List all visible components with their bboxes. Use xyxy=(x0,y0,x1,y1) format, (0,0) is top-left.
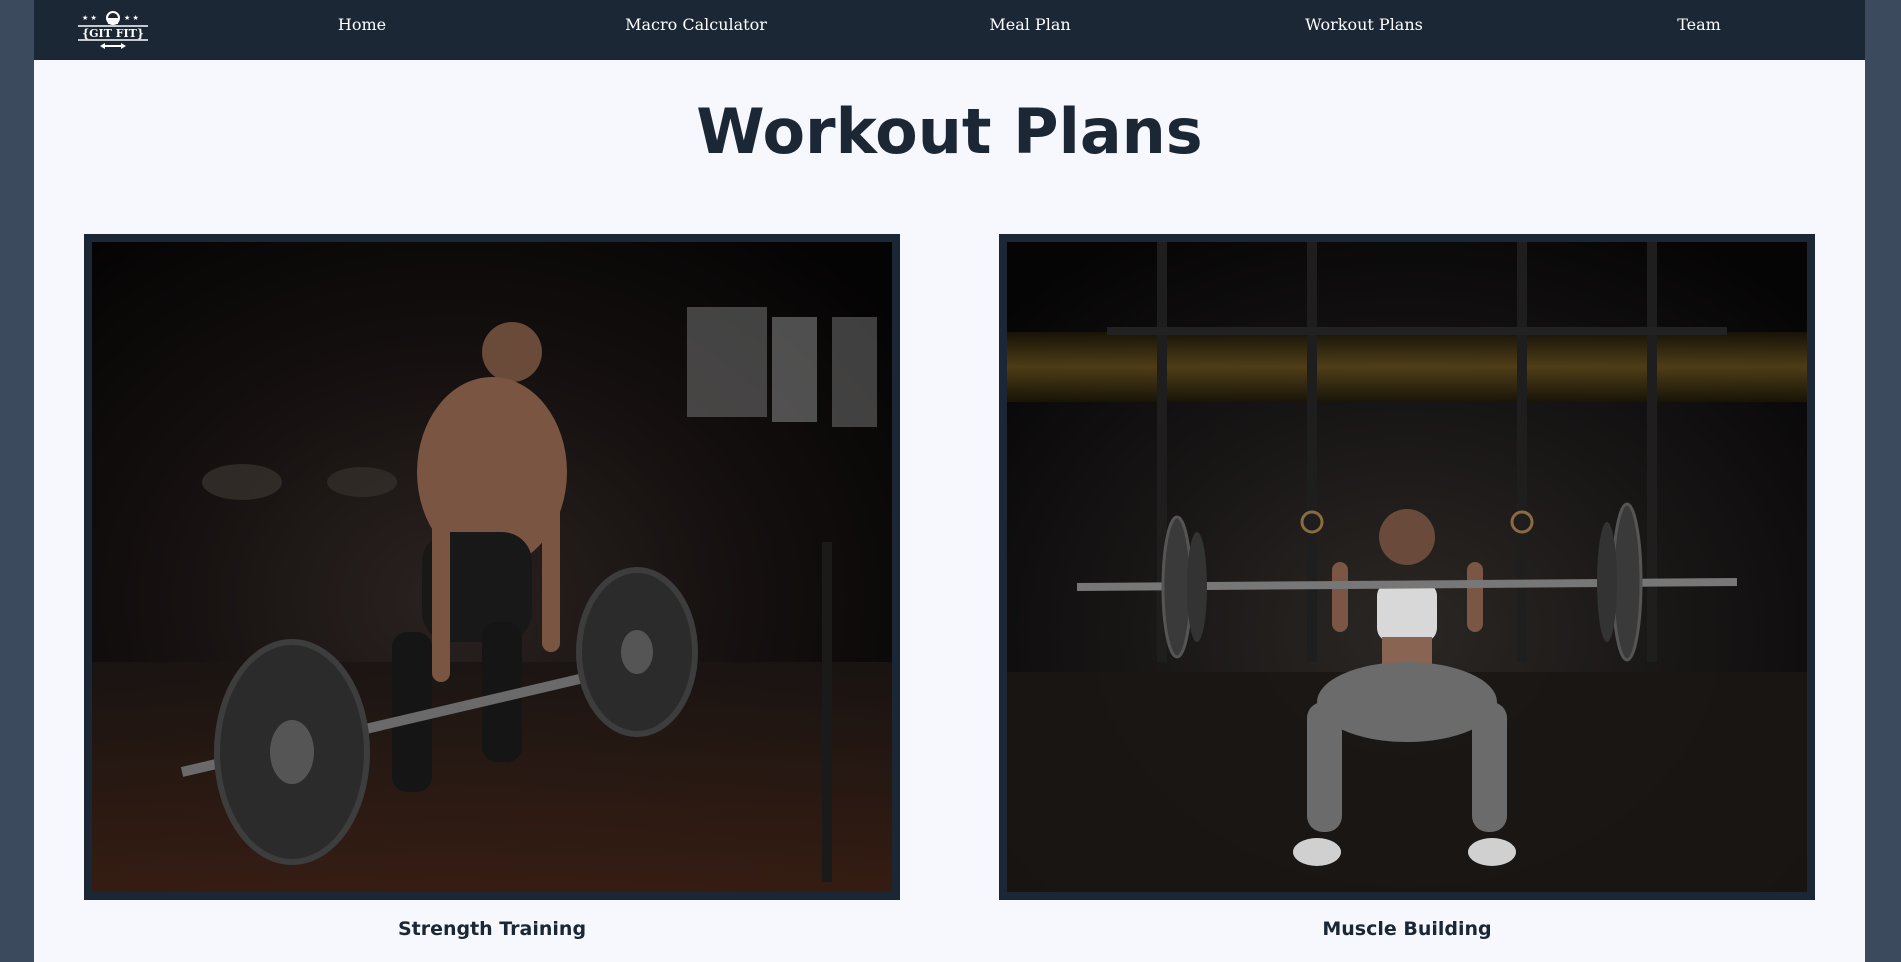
nav-item-meal-plan[interactable]: Meal Plan xyxy=(989,15,1070,35)
workout-card-strength[interactable] xyxy=(84,234,900,900)
double-arrow-icon xyxy=(100,43,126,49)
deadlift-photo xyxy=(92,242,892,892)
star-icon: ★ ★ xyxy=(124,14,139,22)
git-fit-logo[interactable]: ★ ★ ★ ★ {GIT FIT} xyxy=(72,8,154,52)
star-icon: ★ ★ xyxy=(82,14,97,22)
card-title-strength: Strength Training xyxy=(397,918,587,940)
nav-item-macro-calculator[interactable]: Macro Calculator xyxy=(625,15,767,35)
nav-item-home[interactable]: Home xyxy=(338,15,386,35)
nav-item-team[interactable]: Team xyxy=(1677,15,1721,35)
navbar: ★ ★ ★ ★ {GIT FIT} Home Macro Calculator … xyxy=(34,0,1865,60)
page-title: Workout Plans xyxy=(696,95,1203,168)
logo-text: {GIT FIT} xyxy=(82,27,144,40)
card-title-muscle: Muscle Building xyxy=(1322,918,1492,940)
kettlebell-icon xyxy=(106,11,120,25)
nav-item-workout-plans[interactable]: Workout Plans xyxy=(1305,15,1423,35)
squat-photo xyxy=(1007,242,1807,892)
page: ★ ★ ★ ★ {GIT FIT} Home Macro Calculator … xyxy=(34,0,1865,962)
workout-card-muscle[interactable] xyxy=(999,234,1815,900)
